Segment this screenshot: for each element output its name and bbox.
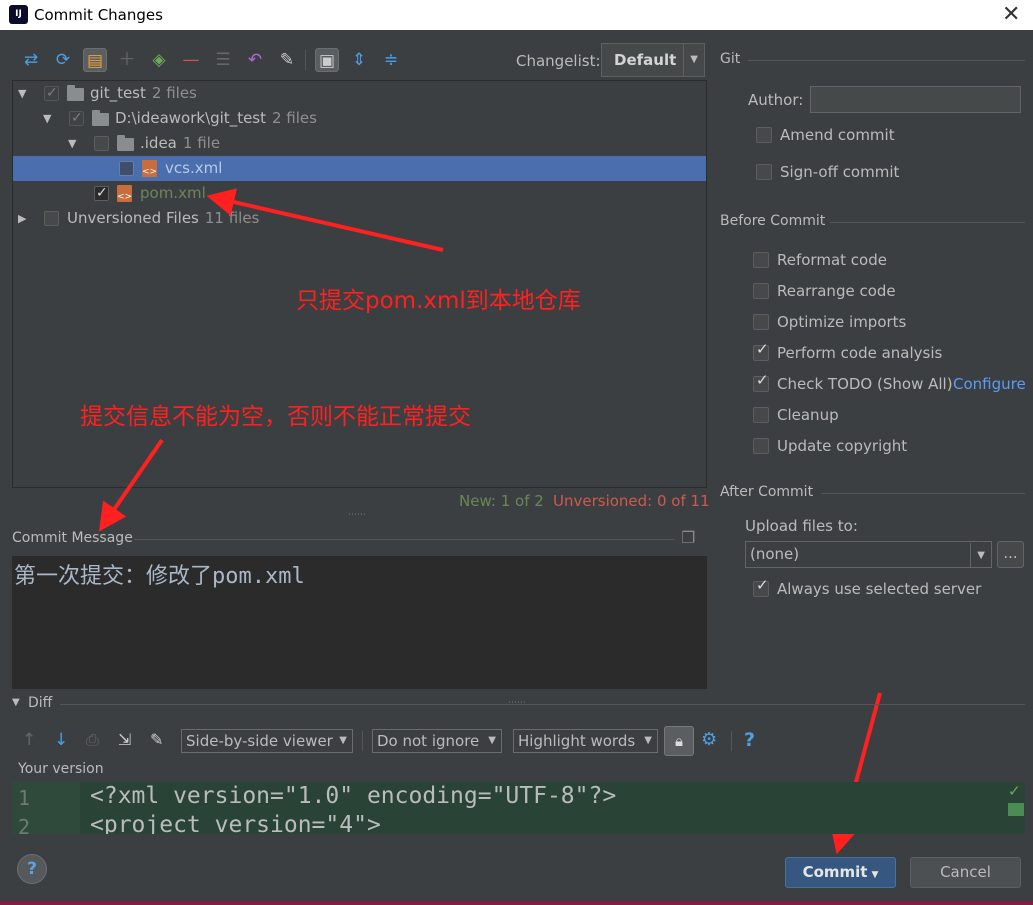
signoff-checkbox[interactable] (756, 164, 772, 180)
git-section-title: Git (720, 51, 741, 67)
configure-servers-button[interactable]: ... (997, 541, 1024, 568)
splitter-grip[interactable]: ⋯⋯ (508, 698, 526, 708)
copyright-label[interactable]: Update copyright (777, 437, 907, 455)
annotation-pom-note: 只提交pom.xml到本地仓库 (296, 288, 581, 314)
reformat-checkbox[interactable] (753, 252, 769, 268)
upload-server-select[interactable]: (none) ▼ (745, 541, 992, 568)
chevron-down-icon: ▼ (339, 735, 347, 746)
commit-message-text: 第一次提交：修改了pom.xml (14, 564, 305, 589)
your-version-label: Your version (18, 761, 104, 777)
toolbar-separator (731, 731, 732, 751)
diff-viewer-value: Side-by-side viewer (186, 732, 333, 750)
after-commit-title: After Commit (720, 484, 814, 500)
commit-label: Commit (802, 863, 868, 881)
commit-button[interactable]: Commit ▼ (785, 857, 896, 888)
edit-icon[interactable]: ✎ (150, 730, 163, 749)
cleanup-label[interactable]: Cleanup (777, 406, 839, 424)
status-new: New: 1 of 2 (459, 492, 544, 510)
jump-to-source-icon[interactable]: ⇲ (118, 730, 131, 749)
always-server-label[interactable]: Always use selected server (777, 580, 981, 598)
message-history-icon[interactable]: ❐ (681, 528, 695, 547)
diff-collapse-icon[interactable]: ▼ (12, 697, 20, 708)
chevron-down-icon: ▼ (970, 543, 985, 568)
cancel-button[interactable]: Cancel (910, 857, 1021, 888)
gear-icon[interactable]: ⚙ (701, 729, 717, 750)
splitter-grip[interactable]: ⋯⋯ (348, 510, 366, 520)
section-divider (821, 493, 1025, 494)
ignore-whitespace-select[interactable]: Do not ignore ▼ (372, 729, 502, 753)
rearrange-checkbox[interactable] (753, 283, 769, 299)
cleanup-checkbox[interactable] (753, 407, 769, 423)
chevron-down-icon: ▼ (488, 735, 496, 746)
upload-server-value: (none) (750, 545, 800, 563)
optimize-label[interactable]: Optimize imports (777, 313, 906, 331)
window-bottom-edge (0, 901, 1033, 905)
configure-link[interactable]: Configure (953, 375, 1026, 393)
section-divider (134, 539, 674, 540)
todo-checkbox[interactable] (753, 371, 769, 392)
optimize-checkbox[interactable] (753, 314, 769, 330)
chevron-down-icon: ▼ (871, 870, 879, 880)
analysis-checkbox[interactable] (753, 340, 769, 361)
always-server-checkbox[interactable] (753, 576, 769, 597)
section-divider (830, 222, 1025, 223)
diff-viewer-select[interactable]: Side-by-side viewer ▼ (181, 729, 353, 753)
next-diff-icon[interactable]: ↓ (54, 730, 68, 750)
prev-file-icon[interactable]: ⎙ (86, 730, 99, 750)
prev-diff-icon[interactable]: ↑ (22, 730, 36, 750)
section-divider (748, 60, 1025, 61)
highlight-select[interactable]: Highlight words ▼ (513, 729, 658, 753)
line-number: 1 (18, 786, 31, 810)
before-commit-title: Before Commit (720, 213, 826, 229)
line-number: 2 (18, 815, 31, 839)
signoff-label[interactable]: Sign-off commit (780, 163, 899, 181)
chevron-down-icon: ▼ (644, 735, 652, 746)
upload-label: Upload files to: (745, 517, 858, 535)
commit-message-label: Commit Message (12, 530, 133, 546)
help-button[interactable]: ? (17, 854, 47, 884)
author-input[interactable] (810, 86, 1021, 113)
amend-label[interactable]: Amend commit (780, 126, 895, 144)
arrow-to-pom (206, 188, 444, 252)
annotation-message-note: 提交信息不能为空，否则不能正常提交 (80, 404, 471, 430)
highlight-value: Highlight words (518, 732, 636, 750)
arrow-to-message (98, 438, 164, 532)
status-unversioned: Unversioned: 0 of 11 (553, 492, 710, 510)
rearrange-label[interactable]: Rearrange code (777, 282, 896, 300)
help-icon[interactable]: ? (744, 729, 755, 751)
code-line: <project version="4"> (90, 812, 381, 834)
author-label: Author: (748, 91, 804, 109)
toolbar-separator (362, 731, 363, 751)
code-line: <?xml version="1.0" encoding="UTF-8"?> (90, 783, 617, 809)
ignore-value: Do not ignore (377, 732, 480, 750)
change-marker (1008, 803, 1024, 816)
diff-title: Diff (28, 695, 53, 711)
section-divider (60, 704, 1025, 705)
reformat-label[interactable]: Reformat code (777, 251, 887, 269)
copyright-checkbox[interactable] (753, 438, 769, 454)
amend-checkbox[interactable] (756, 127, 772, 143)
todo-label[interactable]: Check TODO (Show All) (777, 375, 953, 393)
analysis-label[interactable]: Perform code analysis (777, 344, 942, 362)
inspection-ok-icon: ✓ (1008, 782, 1021, 800)
lock-icon[interactable]: 🔒︎ (664, 726, 694, 756)
